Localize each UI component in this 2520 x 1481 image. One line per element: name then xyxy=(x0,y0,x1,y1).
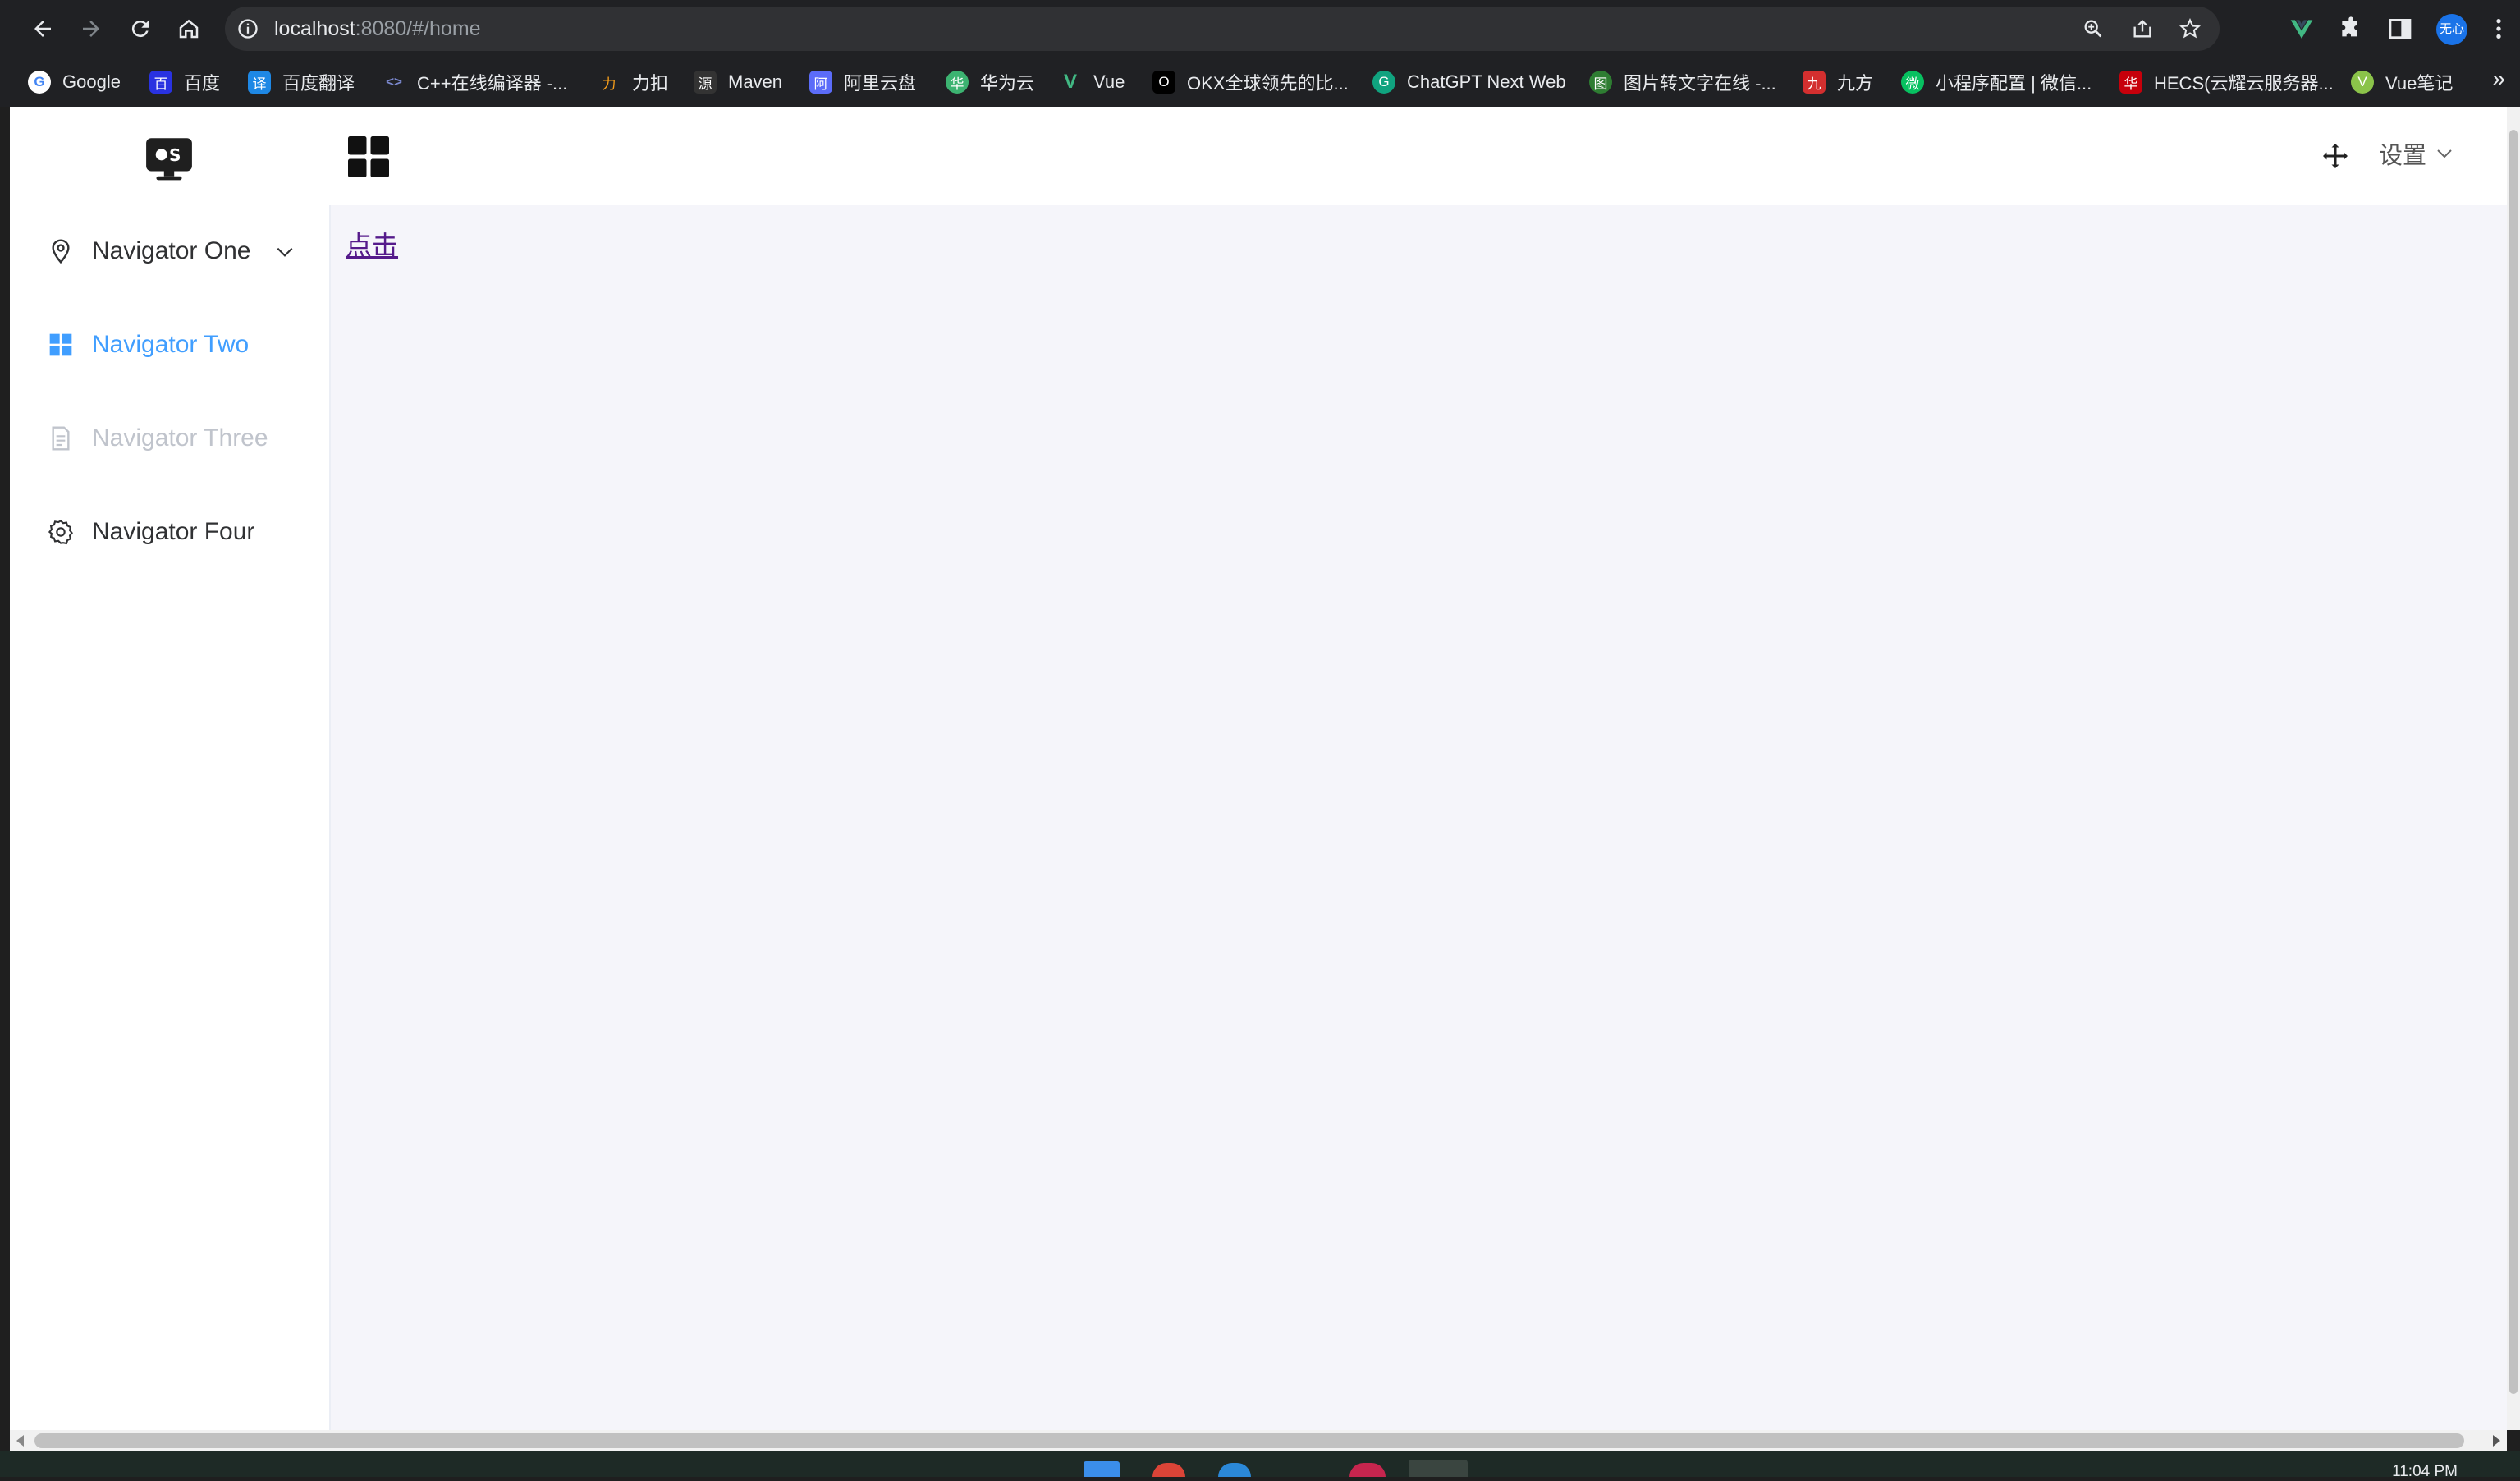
bookmark-okx[interactable]: O OKX全球领先的比... xyxy=(1152,67,1349,97)
sidebar-item-label: Navigator Four xyxy=(92,518,255,545)
app-taskbar-icon[interactable] xyxy=(1349,1463,1386,1477)
back-button[interactable] xyxy=(26,12,59,45)
url-text[interactable]: localhost:8080/#/home xyxy=(274,7,481,51)
fullscreen-move-icon[interactable] xyxy=(2321,141,2350,171)
chrome-taskbar-icon[interactable] xyxy=(1152,1463,1185,1477)
bookmark-leetcode[interactable]: 力力扣 xyxy=(598,67,669,97)
site-info-icon[interactable] xyxy=(236,17,259,40)
image-to-text-icon: 图 xyxy=(1589,71,1612,94)
bookmark-star-icon[interactable] xyxy=(2179,17,2202,40)
collapse-menu-grid-icon[interactable] xyxy=(348,136,389,177)
code-icon: <> xyxy=(386,74,402,89)
share-icon[interactable] xyxy=(2131,17,2154,40)
start-icon[interactable] xyxy=(1084,1461,1120,1477)
horizontal-scrollbar[interactable] xyxy=(10,1430,2507,1451)
bookmark-cpp-compiler[interactable]: <> C++在线编译器 -... xyxy=(383,67,567,97)
taskbar-clock: 11:04 PM xyxy=(2392,1463,2458,1480)
os-taskbar: 11:04 PM xyxy=(0,1451,2520,1480)
forward-button[interactable] xyxy=(75,12,108,45)
bookmark-vue-notes[interactable]: V Vue笔记 xyxy=(2351,67,2453,97)
chevron-down-icon xyxy=(2437,149,2452,158)
vue-notes-icon: V xyxy=(2351,71,2374,94)
sidebar-item-label: Navigator Three xyxy=(92,424,268,452)
reload-button[interactable] xyxy=(124,12,157,45)
sidebar-item-navigator-four[interactable]: Navigator Four xyxy=(10,486,329,578)
bookmark-maven[interactable]: 源 Maven xyxy=(694,67,782,97)
reload-icon xyxy=(131,21,149,38)
bookmark-google[interactable]: G Google xyxy=(28,67,121,97)
browser-toolbar: localhost:8080/#/home 无心 xyxy=(0,0,2520,57)
zoom-icon[interactable] xyxy=(2082,17,2105,40)
home-icon xyxy=(179,19,199,39)
browser-menu-icon[interactable] xyxy=(2486,16,2512,42)
bookmark-aliyun-drive[interactable]: 阿阿里云盘 xyxy=(809,67,916,97)
huawei-cloud-icon: 华 xyxy=(946,71,969,94)
bookmark-image-to-text[interactable]: 图图片转文字在线 -... xyxy=(1589,67,1776,97)
bookmark-jiufang[interactable]: 九九方 xyxy=(1803,67,1873,97)
gear-icon xyxy=(48,520,73,545)
bookmarks-bar: G Google 百百度 译百度翻译 <> C++在线编译器 -... 力力扣 源M… xyxy=(0,57,2520,107)
side-panel-icon[interactable] xyxy=(2387,16,2413,42)
sidebar-item-navigator-two[interactable]: Navigator Two xyxy=(10,299,329,391)
bookmark-wechat-miniprogram[interactable]: 微小程序配置 | 微信... xyxy=(1901,67,2092,97)
chevron-down-icon xyxy=(277,247,293,257)
translate-icon: 译 xyxy=(248,71,271,94)
maven-icon: 源 xyxy=(694,71,717,94)
location-icon xyxy=(52,239,70,264)
vertical-scrollbar[interactable] xyxy=(2507,107,2520,1430)
bookmark-hecs[interactable]: 华 HECS(云耀云服务器... xyxy=(2119,67,2334,97)
os-logo-icon: S xyxy=(146,138,192,181)
address-bar[interactable]: localhost:8080/#/home xyxy=(225,7,2220,51)
app-header: S 设置 xyxy=(10,107,2507,205)
horizontal-scroll-thumb[interactable] xyxy=(34,1433,2464,1448)
jiufang-icon: 九 xyxy=(1803,71,1826,94)
main-content: 点击 xyxy=(331,205,2507,1430)
huawei-icon: 华 xyxy=(2119,71,2142,94)
sidebar-menu: Navigator One Navigator Two Navigator Th… xyxy=(10,205,331,1430)
click-link[interactable]: 点击 xyxy=(346,225,398,263)
wechat-icon: 微 xyxy=(1901,71,1924,94)
bookmark-chatgpt-next-web[interactable]: G ChatGPT Next Web xyxy=(1372,67,1566,97)
vscode-taskbar-icon[interactable] xyxy=(1218,1463,1251,1477)
extensions-puzzle-icon[interactable] xyxy=(2338,16,2364,42)
more-bookmarks-chevron-icon[interactable]: » xyxy=(2492,66,2505,92)
chatgpt-icon: G xyxy=(1372,71,1395,94)
sidebar-item-navigator-one[interactable]: Navigator One xyxy=(10,205,329,297)
vue-icon: V xyxy=(1063,71,1077,93)
sidebar-item-navigator-three: Navigator Three xyxy=(10,392,329,484)
scroll-left-icon[interactable] xyxy=(16,1435,24,1447)
scroll-right-icon[interactable] xyxy=(2493,1435,2500,1447)
bookmark-baidu-translate[interactable]: 译百度翻译 xyxy=(248,67,355,97)
document-icon xyxy=(52,426,70,451)
forward-arrow-icon xyxy=(83,21,99,37)
google-icon: G xyxy=(28,71,51,94)
vertical-scroll-thumb[interactable] xyxy=(2509,130,2518,1394)
okx-icon: O xyxy=(1152,71,1175,94)
bookmark-baidu[interactable]: 百百度 xyxy=(149,67,220,97)
leetcode-icon: 力 xyxy=(602,76,616,92)
menu-grid-icon xyxy=(49,333,72,356)
vue-devtools-icon[interactable] xyxy=(2289,16,2315,42)
url-path: :8080/#/home xyxy=(355,17,481,40)
sidebar-item-label: Navigator Two xyxy=(92,331,250,358)
home-button[interactable] xyxy=(172,12,205,45)
aliyun-drive-icon: 阿 xyxy=(809,71,832,94)
settings-dropdown[interactable]: 设置 xyxy=(2379,136,2454,176)
profile-avatar[interactable]: 无心 xyxy=(2436,14,2467,45)
sidebar-item-label: Navigator One xyxy=(92,237,251,264)
baidu-icon: 百 xyxy=(149,71,172,94)
page-viewport: S 设置 Navigator One Navigator Two Navigat… xyxy=(10,107,2507,1430)
bookmark-vue[interactable]: V Vue xyxy=(1059,67,1125,97)
terminal-taskbar-icon[interactable] xyxy=(1409,1460,1468,1477)
back-arrow-icon xyxy=(34,21,51,37)
svg-text:S: S xyxy=(169,145,181,165)
bookmark-huawei-cloud[interactable]: 华华为云 xyxy=(946,67,1034,97)
url-host: localhost xyxy=(274,17,355,40)
settings-label: 设置 xyxy=(2379,143,2427,169)
